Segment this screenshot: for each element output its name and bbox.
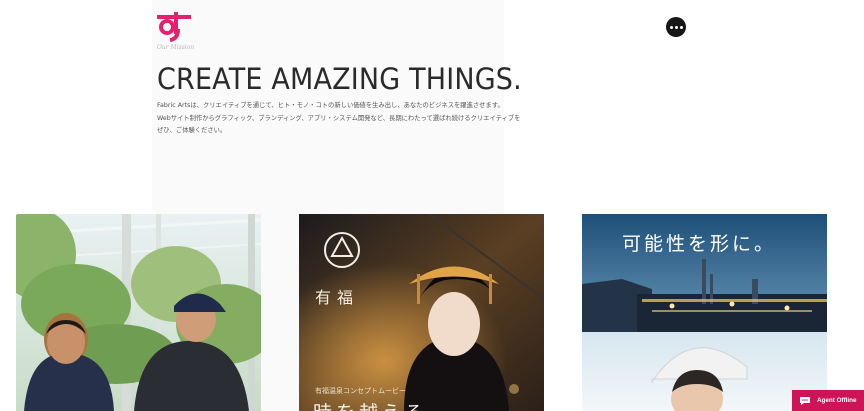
work-card-industry[interactable]: 可能性を形に。	[582, 214, 827, 411]
site-logo[interactable]: Our Mission	[156, 12, 196, 52]
menu-button[interactable]	[666, 17, 686, 37]
work-card-arita[interactable]: 有福 有福温泉コンセプトムービー 時を越える	[299, 214, 544, 411]
hero-description-line: ぜひ、ご体験ください。	[157, 127, 227, 134]
chat-widget-button[interactable]: Agent Offline	[792, 390, 864, 411]
logo-tagline: Our Mission	[157, 44, 195, 51]
industry-headline: 可能性を形に。	[622, 233, 777, 255]
chat-status-label: Agent Offline	[817, 397, 857, 404]
arita-photo-image	[299, 214, 544, 411]
farm-photo-image	[16, 214, 261, 411]
arita-logo-text: 有福	[315, 288, 360, 307]
hero-headline: CREATE AMAZING THINGS.	[157, 62, 522, 96]
hero-description-line: Fabric Artsは、クリエイティブを通じて、ヒト・モノ・コトの新しい価値を…	[157, 102, 504, 109]
work-card-farm[interactable]	[16, 214, 261, 411]
hero-description-line: Webサイト制作からグラフィック、ブランディング、アプリ・システム開発など、長期…	[157, 114, 521, 122]
more-horizontal-icon	[669, 25, 673, 29]
arita-title: 時を越える	[313, 398, 427, 411]
logo-mark-icon	[157, 12, 191, 42]
arita-subtitle: 有福温泉コンセプトムービー	[315, 387, 406, 395]
hero-description: Fabric Artsは、クリエイティブを通じて、ヒト・モノ・コトの新しい価値を…	[157, 100, 521, 138]
chat-bubble-icon	[800, 396, 810, 405]
